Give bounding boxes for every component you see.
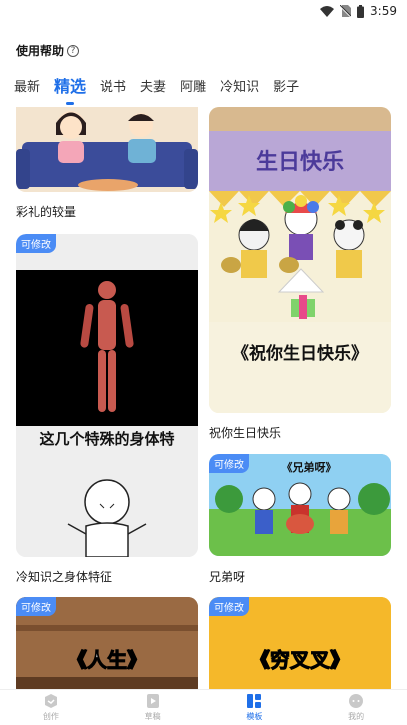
template-title[interactable]: 祝你生日快乐 [209, 424, 281, 441]
template-card-thumbnail[interactable]: 可修改 《兄弟呀》 [209, 454, 391, 556]
bottom-navigation: 创作 草稿 模板 我的 [0, 689, 407, 725]
birthday-caption-text: 《祝你生日快乐》 [232, 343, 368, 364]
no-sim-icon [340, 5, 352, 17]
category-tabs: 最新 精选 说书 夫妻 阿雕 冷知识 影子 [14, 72, 313, 105]
draft-icon [146, 694, 159, 708]
profile-icon [349, 694, 364, 708]
template-screen: 3:59 使用帮助 ? 最新 精选 说书 夫妻 阿雕 冷知识 影子 彩礼的较量 … [0, 0, 407, 725]
nav-label: 模板 [246, 712, 263, 721]
tab-label: 夫妻 [140, 80, 167, 95]
tab-label: 冷知识 [220, 80, 260, 95]
status-time: 3:59 [370, 4, 397, 18]
tab-shadow[interactable]: 影子 [273, 78, 299, 98]
status-bar: 3:59 [0, 0, 407, 22]
nav-drafts[interactable]: 草稿 [123, 693, 183, 722]
editable-badge: 可修改 [209, 597, 249, 616]
editable-badge: 可修改 [209, 454, 249, 473]
help-label: 使用帮助 [16, 44, 65, 58]
template-card-thumbnail[interactable]: 可修改 《穷叉叉》 [209, 597, 391, 690]
nav-label: 草稿 [144, 712, 161, 721]
nav-profile[interactable]: 我的 [326, 693, 386, 722]
editable-badge: 可修改 [16, 597, 56, 616]
template-card-thumbnail[interactable] [16, 107, 198, 192]
help-link[interactable]: 使用帮助 ? [16, 42, 80, 59]
template-title[interactable]: 冷知识之身体特征 [16, 568, 112, 585]
create-icon [44, 694, 57, 708]
body-anatomy-image: 这几个特殊的身体特 [16, 234, 198, 557]
tab-label: 说书 [100, 80, 127, 95]
nav-label: 创作 [42, 712, 59, 721]
nav-create[interactable]: 创作 [21, 693, 81, 722]
tab-couple[interactable]: 夫妻 [140, 78, 166, 98]
tab-trivia[interactable]: 冷知识 [220, 78, 259, 98]
battery-icon [357, 4, 365, 18]
birthday-banner-text: 生日快乐 [256, 150, 344, 175]
tab-adiao[interactable]: 阿雕 [180, 78, 206, 98]
template-card-thumbnail[interactable]: 生日快乐 《祝你生日快乐》 [209, 107, 391, 413]
template-feed[interactable]: 彩礼的较量 生日快乐 《祝你生日快乐》 祝你生日快乐 可修改 这几个特殊的身体特… [0, 107, 407, 690]
template-title[interactable]: 兄弟呀 [209, 568, 245, 585]
tab-storytelling[interactable]: 说书 [100, 78, 126, 98]
poor-caption-text: 《穷叉叉》 [250, 648, 350, 672]
brothers-caption-text: 《兄弟呀》 [282, 460, 337, 474]
nav-templates[interactable]: 模板 [224, 693, 284, 722]
template-card-thumbnail[interactable]: 可修改 《人生》 [16, 597, 198, 690]
body-caption-text: 这几个特殊的身体特 [39, 430, 174, 448]
tab-label: 阿雕 [180, 80, 207, 95]
template-card-thumbnail[interactable]: 可修改 这几个特殊的身体特 [16, 234, 198, 557]
tab-label: 精选 [54, 77, 87, 96]
birthday-scene-image: 生日快乐 《祝你生日快乐》 [209, 107, 391, 413]
question-circle-icon: ? [67, 44, 80, 57]
tab-label: 最新 [14, 80, 41, 95]
couch-scene-image [16, 107, 198, 192]
wifi-icon [320, 5, 335, 17]
nav-label: 我的 [348, 712, 365, 721]
life-caption-text: 《人生》 [67, 648, 147, 672]
tab-latest[interactable]: 最新 [14, 78, 40, 98]
tab-label: 影子 [273, 80, 300, 95]
template-title[interactable]: 彩礼的较量 [16, 203, 76, 220]
editable-badge: 可修改 [16, 234, 56, 253]
active-tab-indicator [66, 102, 75, 105]
tab-featured[interactable]: 精选 [54, 76, 87, 105]
template-icon [247, 694, 262, 708]
